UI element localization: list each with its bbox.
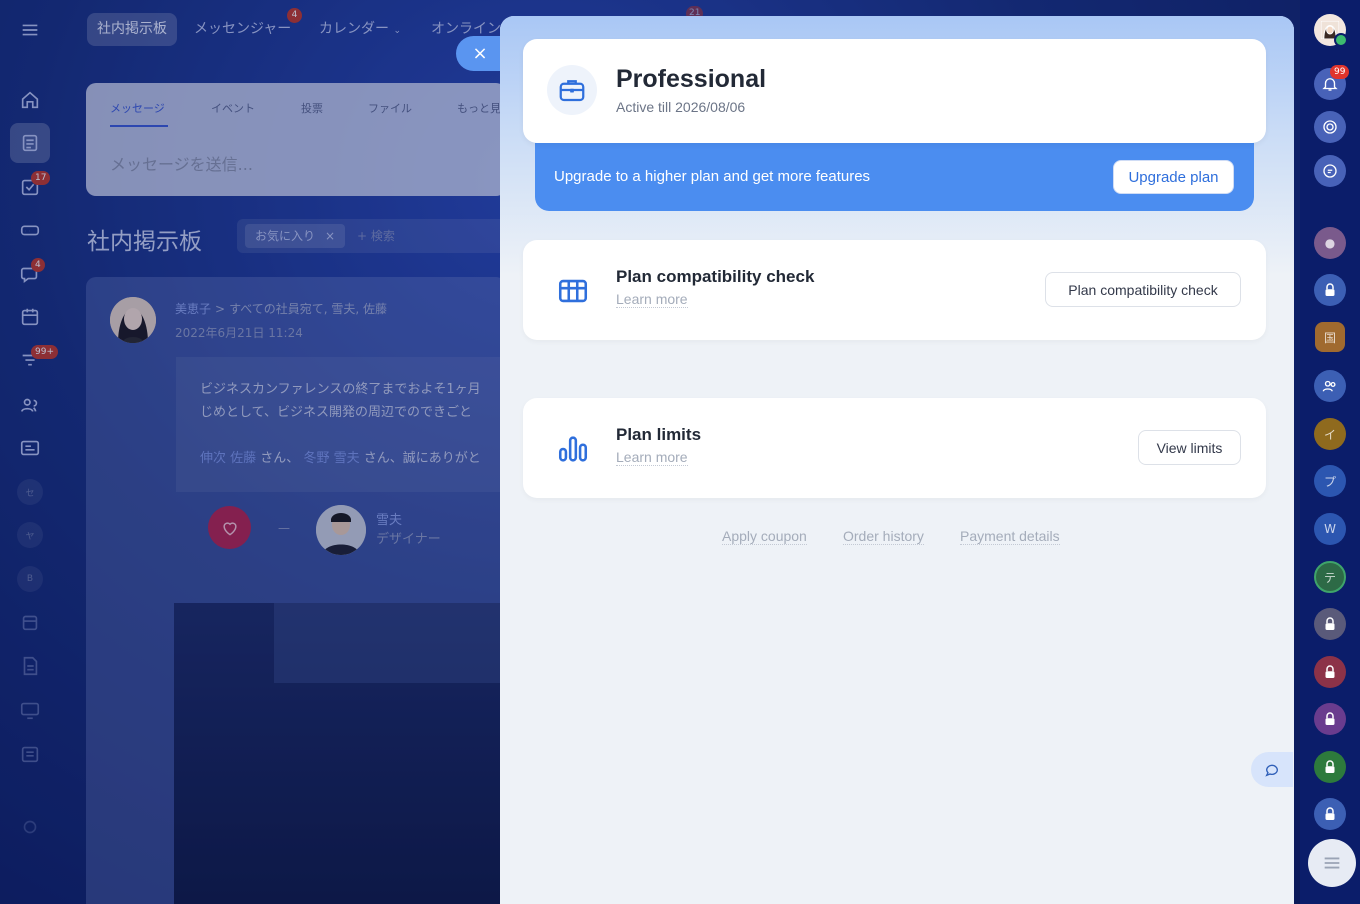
close-icon: ×	[472, 43, 488, 64]
contact-avatar[interactable]: ●	[1314, 227, 1346, 259]
lock-icon[interactable]	[1314, 274, 1346, 306]
group-chat[interactable]: 国	[1315, 322, 1345, 352]
notification-badge: 99	[1330, 65, 1350, 79]
lock-icon[interactable]	[1314, 798, 1346, 830]
close-button[interactable]: ×	[456, 36, 504, 71]
play-icon	[1334, 33, 1348, 47]
upgrade-text: Upgrade to a higher plan and get more fe…	[554, 168, 871, 185]
table-icon	[553, 271, 593, 311]
compatibility-title: Plan compatibility check	[616, 267, 815, 286]
upgrade-banner: Upgrade to a higher plan and get more fe…	[535, 143, 1254, 211]
chat-bubble-icon	[1265, 764, 1279, 777]
group-letter: テ	[1323, 570, 1336, 585]
apply-coupon-link[interactable]: Apply coupon	[722, 528, 807, 545]
chat-button[interactable]	[1251, 752, 1293, 787]
plan-card: Professional Active till 2026/08/06	[523, 39, 1266, 143]
payment-details-link[interactable]: Payment details	[960, 528, 1060, 545]
list-icon	[1324, 857, 1340, 869]
lock-icon[interactable]	[1314, 703, 1346, 735]
group-chat[interactable]: プ	[1314, 465, 1346, 497]
menu-button[interactable]	[1308, 839, 1356, 887]
target-icon[interactable]	[1314, 111, 1346, 143]
order-history-link[interactable]: Order history	[843, 528, 924, 545]
group-chat[interactable]: W	[1314, 513, 1346, 545]
view-limits-button[interactable]: View limits	[1138, 430, 1241, 465]
search-chat-icon[interactable]	[1314, 155, 1346, 187]
bar-chart-icon	[553, 429, 593, 469]
compatibility-card: Plan compatibility check Learn more Plan…	[523, 240, 1266, 340]
briefcase-icon	[547, 65, 597, 115]
limits-title: Plan limits	[616, 425, 702, 444]
learn-more-link[interactable]: Learn more	[616, 449, 688, 466]
users-icon[interactable]	[1314, 370, 1346, 402]
plan-panel: Upgrade to a higher plan and get more fe…	[500, 16, 1294, 904]
learn-more-link[interactable]: Learn more	[616, 291, 688, 308]
lock-icon[interactable]	[1314, 608, 1346, 640]
group-letter: プ	[1323, 474, 1336, 489]
plan-active-till: Active till 2026/08/06	[616, 99, 746, 115]
right-rail: ● 国 イ プ W テ	[1300, 0, 1360, 904]
lock-icon[interactable]	[1314, 751, 1346, 783]
plan-name: Professional	[616, 65, 767, 93]
group-letter: 国	[1323, 330, 1336, 345]
lock-icon[interactable]	[1314, 656, 1346, 688]
upgrade-plan-button[interactable]: Upgrade plan	[1113, 160, 1234, 194]
group-letter: イ	[1323, 427, 1336, 442]
avatar-image-icon: ●	[1324, 236, 1336, 250]
limits-card: Plan limits Learn more View limits	[523, 398, 1266, 498]
group-letter: W	[1324, 522, 1336, 536]
group-chat[interactable]: イ	[1314, 418, 1346, 450]
compatibility-check-button[interactable]: Plan compatibility check	[1045, 272, 1241, 307]
group-chat[interactable]: テ	[1314, 561, 1346, 593]
